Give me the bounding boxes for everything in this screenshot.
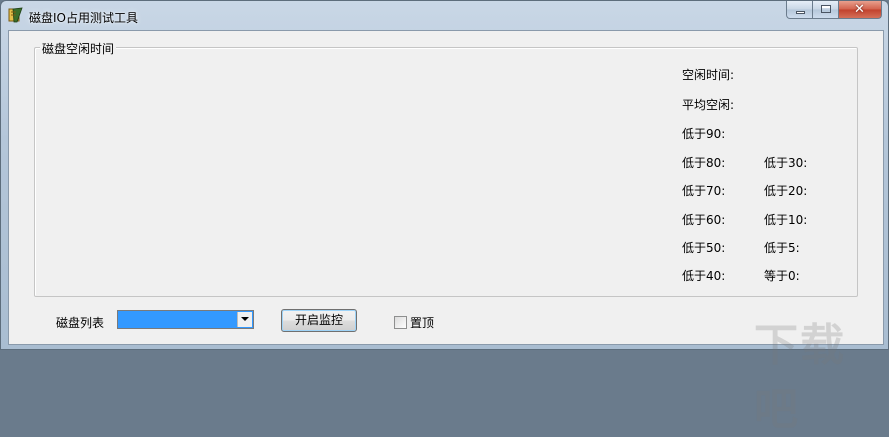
main-window: 磁盘IO占用测试工具 ✕ 磁盘空闲时间 空闲时间: 平均空闲: 低于90: 低于… [0, 0, 889, 435]
below-40-label: 低于40: [682, 269, 726, 283]
below-5-label: 低于5: [764, 241, 800, 255]
idle-time-label: 空闲时间: [682, 68, 735, 82]
below-80-label: 低于80: [682, 156, 726, 170]
topmost-label[interactable]: 置顶 [410, 314, 434, 331]
maximize-icon [821, 5, 831, 13]
below-60-label: 低于60: [682, 213, 726, 227]
app-icon [8, 7, 23, 23]
equal-0-label: 等于0: [764, 269, 800, 283]
watermark-logo: 下载吧 [754, 320, 846, 435]
maximize-button[interactable] [813, 1, 839, 19]
below-90-label: 低于90: [682, 127, 726, 141]
close-button[interactable]: ✕ [839, 1, 882, 19]
minimize-icon [796, 11, 805, 14]
start-monitor-button[interactable]: 开启监控 [281, 309, 357, 332]
disk-idle-groupbox: 磁盘空闲时间 空闲时间: 平均空闲: 低于90: 低于80: 低于70: 低于6… [34, 40, 858, 297]
groupbox-title: 磁盘空闲时间 [40, 40, 117, 57]
disk-list-label: 磁盘列表 [56, 316, 105, 330]
caption-buttons: ✕ [786, 1, 882, 20]
disk-list-dropdown[interactable] [117, 310, 254, 329]
below-70-label: 低于70: [682, 184, 726, 198]
below-20-label: 低于20: [764, 184, 808, 198]
title-bar[interactable]: 磁盘IO占用测试工具 ✕ [1, 1, 888, 31]
topmost-checkbox[interactable] [394, 316, 407, 329]
below-30-label: 低于30: [764, 156, 808, 170]
minimize-button[interactable] [786, 1, 813, 19]
close-icon: ✕ [854, 2, 865, 17]
client-area: 磁盘空闲时间 空闲时间: 平均空闲: 低于90: 低于80: 低于70: 低于6… [8, 30, 884, 435]
window-title: 磁盘IO占用测试工具 [29, 11, 138, 25]
avg-idle-label: 平均空闲: [682, 98, 735, 112]
below-10-label: 低于10: [764, 213, 808, 227]
chevron-down-icon[interactable] [237, 312, 252, 327]
below-50-label: 低于50: [682, 241, 726, 255]
